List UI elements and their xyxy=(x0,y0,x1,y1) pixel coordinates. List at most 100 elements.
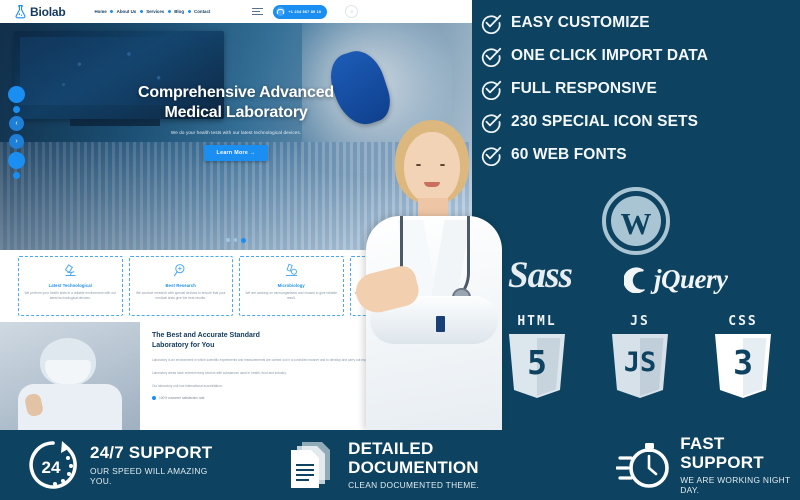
feature-card[interactable]: Latest Technological We perform your hea… xyxy=(18,256,123,316)
nav-item-about-us[interactable]: About Us xyxy=(117,9,137,14)
support-item-documentation: DETAILED DOCUMENTION CLEAN DOCUMENTED TH… xyxy=(284,438,550,492)
css3-badge: CSS 3 xyxy=(706,314,780,400)
slider-indicator-dot[interactable] xyxy=(13,106,20,113)
js-shield-icon: JS xyxy=(610,332,670,400)
about-heading-line1: The Best and Accurate Standard xyxy=(152,332,260,339)
feature-card[interactable]: Microbiology We are working on microorga… xyxy=(239,256,344,316)
hero-title: Comprehensive Advanced Medical Laborator… xyxy=(0,83,472,123)
hero-content: Comprehensive Advanced Medical Laborator… xyxy=(0,83,472,162)
support-title: FAST SUPPORT xyxy=(680,433,764,472)
magnifier-research-icon xyxy=(172,263,189,278)
site-logo[interactable]: Biolab xyxy=(14,4,66,19)
css3-shield-icon: 3 xyxy=(713,332,773,400)
nav-item-blog[interactable]: Blog xyxy=(174,9,184,14)
check-circle-icon xyxy=(480,12,502,34)
hero-title-line2: Medical Laboratory xyxy=(164,104,308,122)
feature-card[interactable]: 100% Accurate Result We ensure that you … xyxy=(349,256,454,316)
about-heading: The Best and Accurate Standard Laborator… xyxy=(152,331,460,351)
about-paragraph-2: Laboratory areas have entered many secto… xyxy=(152,370,287,375)
support-subtitle: WE ARE WORKING NIGHT DAY. xyxy=(680,475,791,496)
feature-list: EASY CUSTOMIZE ONE CLICK IMPORT DATA FUL… xyxy=(480,6,798,171)
feature-label: 230 SPECIAL ICON SETS xyxy=(511,112,699,130)
support-text-block: DETAILED DOCUMENTION CLEAN DOCUMENTED TH… xyxy=(348,438,550,491)
feature-item: EASY CUSTOMIZE xyxy=(480,6,798,39)
feature-card[interactable]: Best Research We conduct research with s… xyxy=(128,256,233,316)
nav-separator xyxy=(136,9,146,14)
features-panel: EASY CUSTOMIZE ONE CLICK IMPORT DATA FUL… xyxy=(472,0,800,430)
slider-next-arrow[interactable]: › xyxy=(9,134,24,149)
about-bullet-text: 100% customer satisfaction rate. xyxy=(159,395,206,400)
about-paragraph-3: Our laboratory unit has international ac… xyxy=(152,383,223,388)
feature-label: FULL RESPONSIVE xyxy=(511,79,657,97)
slider-dots xyxy=(0,238,472,243)
feature-card-title: Best Research xyxy=(165,283,196,288)
check-circle-icon xyxy=(480,111,502,133)
phone-button[interactable]: +1 234 567 89 10 xyxy=(273,4,328,19)
slider-dot-active[interactable] xyxy=(241,238,246,243)
wordpress-logo: W xyxy=(601,186,671,256)
feature-item: 230 SPECIAL ICON SETS xyxy=(480,105,798,138)
about-paragraph-1: Laboratory is an environment in which sc… xyxy=(152,357,423,362)
js-label: JS xyxy=(630,314,650,329)
sass-logo: Sass xyxy=(508,255,573,296)
html5-number: 5 xyxy=(527,342,547,382)
nav-separator xyxy=(164,9,174,14)
svg-text:24: 24 xyxy=(42,458,61,477)
microscope-icon xyxy=(62,263,79,278)
support-text-block: 24/7 SUPPORT OUR SPEED WILL AMAZING YOU. xyxy=(90,443,218,486)
feature-item: ONE CLICK IMPORT DATA xyxy=(480,39,798,72)
check-circle-icon xyxy=(480,144,502,166)
slider-indicator-dot[interactable] xyxy=(13,172,20,179)
tech-badges: HTML 5 JS JS CSS 3 xyxy=(500,314,780,400)
documents-icon xyxy=(284,438,338,492)
feature-item: 60 WEB FONTS xyxy=(480,138,798,171)
main-nav: Home About Us Services Blog Contact xyxy=(94,9,210,14)
website-preview: Biolab Home About Us Services Blog Conta… xyxy=(0,0,472,430)
stopwatch-icon xyxy=(615,438,670,492)
support-subtitle: OUR SPEED WILL AMAZING YOU. xyxy=(90,465,208,486)
slider-prev-arrow[interactable]: ‹ xyxy=(9,116,24,131)
support-bar: 24 24/7 SUPPORT OUR SPEED WILL AMAZING Y… xyxy=(0,430,800,500)
slider-indicator-top[interactable] xyxy=(8,86,25,103)
about-section: The Best and Accurate Standard Laborator… xyxy=(0,322,472,430)
support-title: DETAILED DOCUMENTION xyxy=(348,438,479,477)
support-text-block: FAST SUPPORT WE ARE WORKING NIGHT DAY. xyxy=(680,433,800,496)
slider-indicator-bottom[interactable] xyxy=(8,152,25,169)
feature-label: EASY CUSTOMIZE xyxy=(511,13,650,31)
slider-dot[interactable] xyxy=(226,238,230,242)
nav-item-home[interactable]: Home xyxy=(94,9,106,14)
html5-shield-icon: 5 xyxy=(507,332,567,400)
feature-card-desc: We perform your health tests in a reliab… xyxy=(24,291,117,301)
nav-item-contact[interactable]: Contact xyxy=(194,9,210,14)
css3-label: CSS xyxy=(728,314,758,329)
nav-separator xyxy=(107,9,117,14)
test-tube-icon xyxy=(393,263,410,278)
slider-dot[interactable] xyxy=(233,238,237,242)
feature-card-desc: We are working on microorganisms and vir… xyxy=(245,291,338,301)
tech-logos: W Sass jQuery HTML 5 JS JS CSS 3 xyxy=(472,186,800,430)
js-badge: JS JS xyxy=(603,314,677,400)
promo-banner: Biolab Home About Us Services Blog Conta… xyxy=(0,0,800,500)
support-item-247: 24 24/7 SUPPORT OUR SPEED WILL AMAZING Y… xyxy=(26,438,218,492)
feature-label: ONE CLICK IMPORT DATA xyxy=(511,46,708,64)
microbiology-icon xyxy=(283,263,300,278)
jquery-text: jQuery xyxy=(654,264,728,294)
feature-label: 60 WEB FONTS xyxy=(511,145,627,163)
jquery-logo: jQuery xyxy=(623,264,728,295)
jquery-mark-icon xyxy=(623,266,650,293)
hamburger-icon[interactable] xyxy=(252,8,264,15)
feature-card-desc: We ensure that you receive the treatment… xyxy=(354,291,449,301)
support-subtitle: CLEAN DOCUMENTED THEME. xyxy=(348,480,480,491)
nav-item-services[interactable]: Services xyxy=(146,9,164,14)
about-heading-line2: Laboratory for You xyxy=(152,341,215,349)
search-icon[interactable]: ○ xyxy=(345,5,359,18)
css3-number: 3 xyxy=(733,342,753,382)
feature-cards: Latest Technological We perform your hea… xyxy=(0,250,472,322)
support-title: 24/7 SUPPORT xyxy=(90,443,213,463)
headset-icon xyxy=(276,7,286,16)
html5-label: HTML xyxy=(517,314,557,329)
nav-separator xyxy=(184,9,194,14)
flask-icon xyxy=(14,4,27,19)
learn-more-button[interactable]: Learn More → xyxy=(203,145,269,162)
support-item-fast: FAST SUPPORT WE ARE WORKING NIGHT DAY. xyxy=(615,433,800,496)
